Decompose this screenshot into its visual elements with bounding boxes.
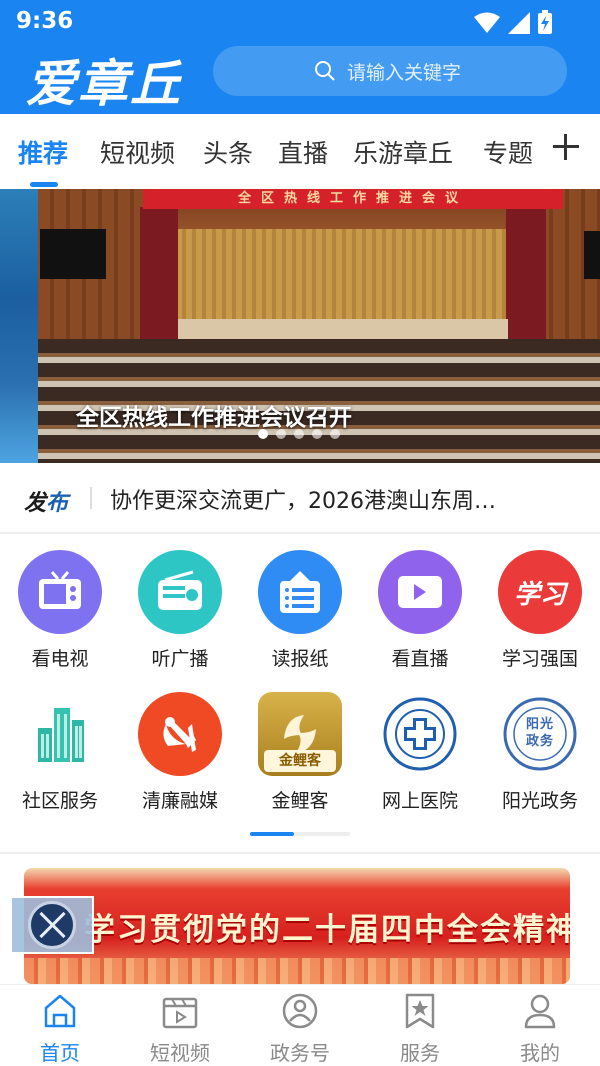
status-icons [474,10,552,34]
golden-carp-icon: 金鲤客 [258,692,342,776]
service-label: 网上医院 [381,790,458,812]
newspaper-icon [258,550,342,634]
wifi-icon [474,12,500,33]
bottom-navigation: 首页 短视频 政务号 服务 我的 [0,984,600,1066]
search-bar[interactable]: 请输入关键字 [213,46,567,96]
channel-tabs: 推荐 短视频 头条 直播 乐游章丘 专题 [0,114,600,189]
nav-mine[interactable]: 我的 [480,991,600,1066]
government-seal-icon: 阳光政务 [498,692,582,776]
nav-home[interactable]: 首页 [0,991,120,1066]
service-label: 清廉融媒 [141,790,218,812]
service-label: 读报纸 [271,648,329,670]
hall-stage [178,319,508,341]
carousel-dot[interactable] [330,429,340,439]
tv-icon [18,550,102,634]
community-building-icon [18,692,102,776]
battery-icon [538,10,552,34]
tab-recommend[interactable]: 推荐 [18,134,68,170]
search-placeholder: 请输入关键字 [347,62,462,84]
service-label: 阳光政务 [501,790,578,812]
promo-text: 学习贯彻党的二十届四中全会精神 [84,912,570,948]
status-bar: 9:36 [0,0,600,44]
carousel-dot[interactable] [258,429,268,439]
promo-skyline [24,958,570,984]
tab-short-video[interactable]: 短视频 [100,134,175,170]
news-ticker[interactable]: 发布 协作更深交流更广，2026港澳山东周… [0,463,600,533]
service-item[interactable]: 看直播 [365,550,475,671]
service-item[interactable]: 网上医院 [365,692,475,813]
hall-drape-left [140,207,178,357]
hall-screen-left [40,229,106,279]
service-item[interactable]: 听广播 [125,550,235,671]
service-label: 金鲤客 [271,790,329,812]
signal-icon [508,12,530,34]
service-item[interactable]: 学习 学习强国 [485,550,595,671]
service-item[interactable]: 清廉融媒 [125,692,235,813]
tab-live[interactable]: 直播 [278,134,328,170]
tab-special[interactable]: 专题 [483,134,533,170]
promo-banner[interactable]: 学习贯彻党的二十届四中全会精神 [24,868,570,984]
nav-government-account[interactable]: 政务号 [240,991,360,1066]
government-account-icon [282,993,318,1029]
service-label: 看直播 [391,648,449,670]
banner-caption: 全区热线工作推进会议召开 [76,405,352,431]
add-channel-icon[interactable] [552,132,580,160]
user-icon [524,994,556,1029]
home-icon [44,994,76,1028]
seal-text: 阳光政务 [525,717,554,749]
ticker-headline[interactable]: 协作更深交流更广，2026港澳山东周… [110,483,580,515]
hall-drape-right [506,207,546,357]
nav-label: 我的 [520,1041,560,1065]
search-icon [315,61,335,81]
service-item[interactable]: 看电视 [5,550,115,671]
radio-icon [138,550,222,634]
service-item[interactable]: 社区服务 [5,692,115,813]
divider [0,852,600,854]
app-logo: 爱章丘 [26,55,182,113]
carousel-dot[interactable] [312,429,322,439]
party-emblem-icon [138,692,222,776]
service-label: 学习强国 [501,648,578,670]
nav-services[interactable]: 服务 [360,991,480,1066]
service-label: 听广播 [151,648,209,670]
ticker-tag-prefix: 发 [24,491,47,516]
tab-headlines[interactable]: 头条 [203,134,253,170]
ticker-tag: 发布 [24,485,68,517]
ticker-tag-suffix: 布 [46,491,69,516]
bookmark-star-icon [405,993,435,1029]
video-camera-icon [378,550,462,634]
nav-label: 短视频 [150,1041,210,1065]
app-screen: 9:36 爱章丘 请输入关键字 推荐 短视频 头条 直播 乐游章丘 专题 全区热… [0,0,600,1066]
carousel-dot[interactable] [276,429,286,439]
service-label: 看电视 [31,648,89,670]
nav-short-video[interactable]: 短视频 [120,991,240,1066]
service-item[interactable]: 金鲤客 金鲤客 [245,692,355,813]
hospital-seal-icon [378,692,462,776]
carousel-dots [258,429,340,439]
status-time: 9:36 [16,8,74,34]
divider [0,532,600,534]
hall-screen-right [584,231,600,279]
xuexi-icon: 学习 [498,550,582,634]
carousel-dot[interactable] [294,429,304,439]
previous-slide-edge [0,189,38,463]
ticker-divider [90,487,92,509]
carp-badge-text: 金鲤客 [264,750,336,772]
floating-close-badge[interactable] [10,896,94,954]
active-tab-indicator [30,182,58,187]
app-header: 9:36 爱章丘 请输入关键字 [0,0,600,114]
service-item[interactable]: 阳光政务 阳光政务 [485,692,595,813]
grid-page-indicator [250,832,350,836]
hall-banner-text: 全区热线工作推进会议 [143,189,563,209]
tab-leyou-zhangqiu[interactable]: 乐游章丘 [353,134,453,170]
nav-label: 政务号 [270,1041,330,1065]
nav-label: 首页 [40,1041,80,1065]
banner-carousel[interactable]: 全区热线工作推进会议 全区热线工作推进会议召开 [0,189,600,463]
service-item[interactable]: 读报纸 [245,550,355,671]
nav-label: 服务 [400,1041,440,1065]
close-icon[interactable] [28,901,76,949]
clapperboard-icon [162,997,198,1029]
service-label: 社区服务 [21,790,98,812]
